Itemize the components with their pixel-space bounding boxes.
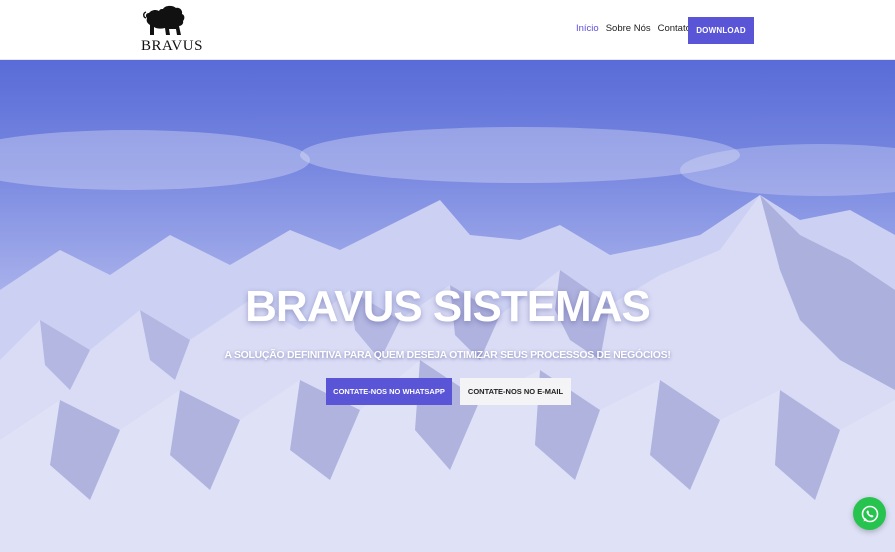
- hero-title: BRAVUS SISTEMAS: [245, 282, 651, 331]
- nav-link-sobre-nos[interactable]: Sobre Nós: [606, 23, 651, 34]
- hero-section: BRAVUS SISTEMAS A SOLUÇÃO DEFINITIVA PAR…: [0, 60, 895, 552]
- hero-subtitle: A SOLUÇÃO DEFINITIVA PARA QUEM DESEJA OT…: [224, 349, 671, 361]
- brand-logo[interactable]: BRAVUS: [141, 5, 203, 55]
- download-button[interactable]: DOWNLOAD: [688, 17, 754, 44]
- brand-logo-text: BRAVUS: [141, 38, 203, 54]
- nav-link-contato[interactable]: Contato: [658, 23, 691, 34]
- site-header: BRAVUS Início Sobre Nós Contato DOWNLOAD: [0, 0, 895, 60]
- contact-whatsapp-button[interactable]: CONTATE-NOS NO WHATSAPP: [326, 378, 452, 405]
- lion-icon: [143, 5, 185, 36]
- contact-email-button[interactable]: CONTATE-NOS NO E-MAIL: [460, 378, 571, 405]
- main-nav: Início Sobre Nós Contato: [576, 23, 691, 34]
- nav-link-inicio[interactable]: Início: [576, 23, 599, 34]
- whatsapp-float-button[interactable]: [853, 497, 886, 530]
- whatsapp-icon: [861, 505, 878, 522]
